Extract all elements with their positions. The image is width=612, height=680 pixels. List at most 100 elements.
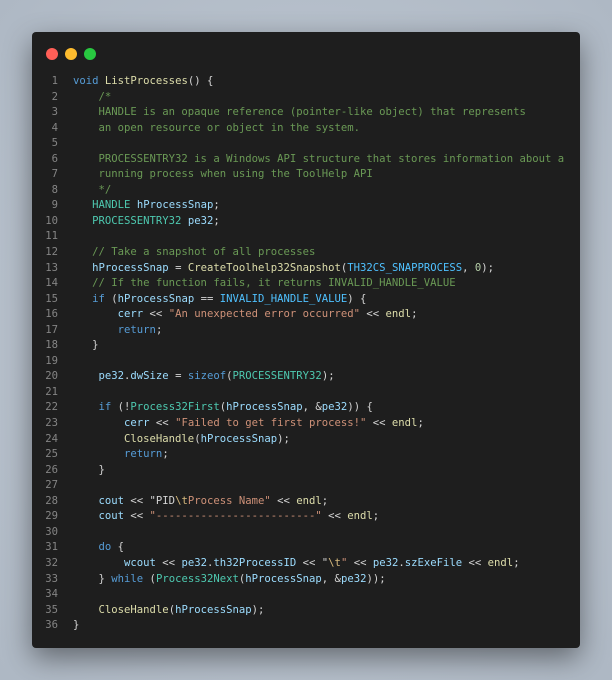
code-token: dwSize: [130, 370, 169, 383]
code-token: }: [73, 619, 80, 632]
line-number: 5: [51, 137, 58, 150]
code-token: if: [92, 292, 105, 305]
maximize-button[interactable]: [84, 48, 96, 60]
code-token: <<: [296, 556, 322, 569]
code-line: 8 */: [32, 183, 580, 199]
line-text: CloseHandle(hProcessSnap);: [58, 603, 265, 619]
line-text: CloseHandle(hProcessSnap);: [58, 432, 290, 448]
line-number: 32: [45, 556, 58, 569]
code-token: (: [143, 572, 156, 585]
code-token: endl: [391, 417, 418, 430]
line-text: }: [58, 463, 105, 479]
code-token: pe32: [340, 572, 367, 585]
code-line: 10 PROCESSENTRY32 pe32;: [32, 214, 580, 230]
line-text: hProcessSnap = CreateToolhelp32Snapshot(…: [58, 261, 494, 277]
code-token: hProcessSnap: [226, 401, 303, 414]
line-number: 22: [45, 401, 58, 414]
code-token: endl: [487, 556, 514, 569]
code-token: ;: [213, 199, 220, 212]
code-editor[interactable]: 1 void ListProcesses() {2 /* 3 HANDLE is a…: [32, 74, 580, 634]
code-token: "PID: [149, 494, 176, 507]
line-text: if (!Process32First(hProcessSnap, &pe32)…: [58, 400, 373, 416]
code-token: PROCESSENTRY32 is a Windows API structur…: [73, 152, 565, 165]
line-number: 30: [45, 525, 58, 538]
code-token: ;: [372, 510, 380, 523]
code-token: <<: [143, 308, 169, 321]
code-token: , &: [302, 401, 322, 414]
minimize-button[interactable]: [65, 48, 77, 60]
close-button[interactable]: [46, 48, 58, 60]
line-text: [58, 354, 73, 370]
code-line: 27: [32, 478, 580, 494]
line-number: 19: [45, 354, 58, 367]
code-token: <<: [360, 308, 386, 321]
code-line: 19: [32, 354, 580, 370]
line-text: return;: [58, 323, 163, 339]
code-token: cerr: [124, 417, 150, 430]
code-token: );: [277, 432, 290, 445]
code-token: ) {: [347, 292, 367, 305]
code-token: );: [481, 261, 495, 274]
code-token: ListProcesses: [104, 75, 188, 87]
code-token: while: [111, 572, 144, 585]
code-line: 21: [32, 385, 580, 401]
code-token: pe32: [321, 401, 348, 414]
code-line: 25 return;: [32, 447, 580, 463]
code-line: 6 PROCESSENTRY32 is a Windows API struct…: [32, 152, 580, 168]
code-token: cerr: [117, 308, 144, 321]
code-token: }: [73, 572, 112, 585]
code-token: szExeFile: [404, 556, 463, 569]
code-line: 20 pe32.dwSize = sizeof(PROCESSENTRY32);: [32, 369, 580, 385]
code-token: /*: [73, 90, 112, 103]
code-line: 2 /*: [32, 90, 580, 106]
line-number: 36: [45, 619, 58, 632]
line-text: return;: [58, 447, 169, 463]
code-line: 4 an open resource or object in the syst…: [32, 121, 580, 137]
code-token: pe32: [98, 370, 125, 383]
code-line: 9 HANDLE hProcessSnap;: [32, 198, 580, 214]
code-line: 7 running process when using the ToolHel…: [32, 167, 580, 183]
code-token: () {: [187, 75, 214, 87]
code-line: 30: [32, 525, 580, 541]
code-window: 1 void ListProcesses() {2 /* 3 HANDLE is a…: [32, 32, 580, 648]
code-token: <<: [462, 556, 488, 569]
line-number: 28: [45, 494, 58, 507]
code-token: =: [168, 261, 188, 274]
line-text: [58, 525, 73, 541]
code-token: pe32: [187, 214, 214, 227]
line-number: 29: [45, 510, 58, 523]
code-token: TH32CS_SNAPPROCESS: [347, 261, 463, 274]
code-token: HANDLE is an opaque reference (pointer-l…: [73, 106, 526, 119]
code-token: hProcessSnap: [136, 199, 214, 212]
line-text: [58, 136, 73, 152]
code-line: 5: [32, 136, 580, 152]
code-token: ==: [194, 292, 220, 305]
code-token: ;: [155, 323, 163, 336]
code-token: do: [98, 541, 112, 554]
code-line: 26 }: [32, 463, 580, 479]
code-token: if: [98, 401, 112, 414]
line-number: 33: [45, 572, 58, 585]
code-line: 11: [32, 229, 580, 245]
code-token: ;: [162, 448, 169, 461]
code-token: ;: [417, 417, 424, 430]
line-number: 25: [45, 448, 58, 461]
window-controls: [46, 48, 96, 60]
line-text: running process when using the ToolHelp …: [58, 167, 373, 183]
code-token: sizeof: [187, 370, 227, 383]
code-line: 1 void ListProcesses() {: [32, 74, 580, 90]
line-text: HANDLE is an opaque reference (pointer-l…: [58, 105, 526, 121]
code-token: "Failed to get first process!": [175, 417, 367, 430]
line-text: void ListProcesses() {: [58, 74, 213, 90]
code-token: hProcessSnap: [175, 603, 252, 616]
line-text: }: [58, 618, 79, 634]
code-token: <<: [124, 510, 150, 523]
